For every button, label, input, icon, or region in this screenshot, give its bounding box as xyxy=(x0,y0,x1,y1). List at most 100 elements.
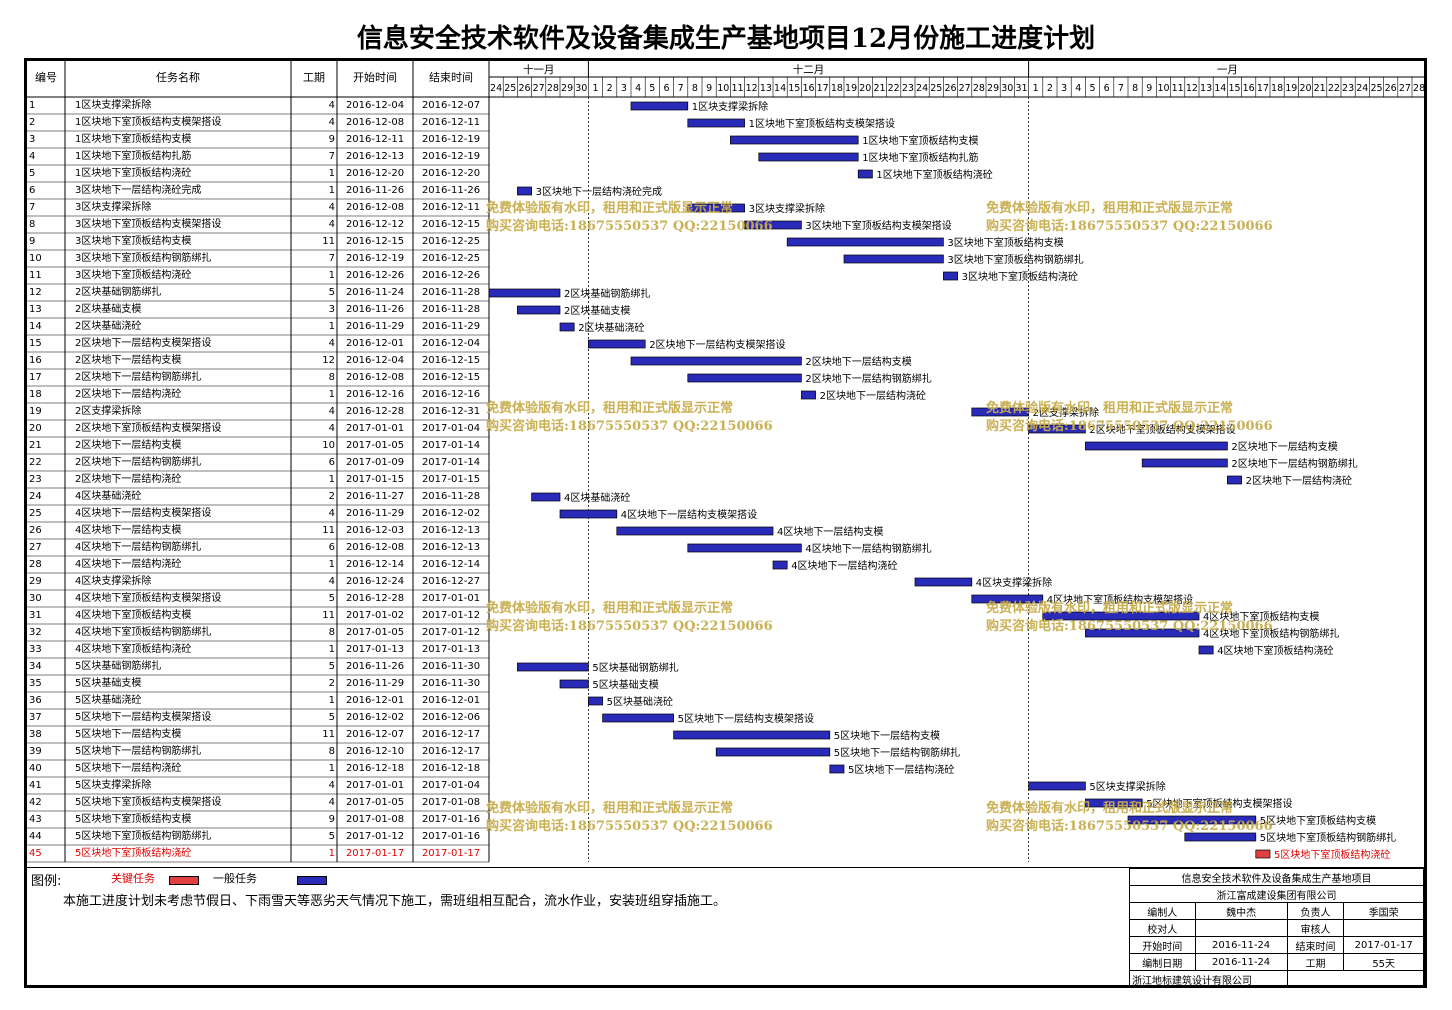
gantt-bar[interactable] xyxy=(531,492,561,502)
task-duration: 4 xyxy=(328,576,335,587)
gantt-bar[interactable] xyxy=(588,339,646,349)
gantt-bar[interactable] xyxy=(1085,441,1228,451)
task-name: 5区块地下一层结构浇砼 xyxy=(75,763,182,774)
task-duration: 9 xyxy=(328,134,335,145)
gantt-bar[interactable] xyxy=(758,152,859,162)
gantt-bar[interactable] xyxy=(588,696,603,706)
signoff-duration-label: 工期 xyxy=(1286,953,1345,971)
day-label: 14 xyxy=(1214,83,1226,94)
task-start: 2016-12-13 xyxy=(345,151,405,162)
gantt-bar[interactable] xyxy=(630,356,802,366)
gantt-bar[interactable] xyxy=(786,237,944,247)
day-label: 28 xyxy=(547,83,559,94)
bar-label: 2区块基础钢筋绑扎 xyxy=(564,287,650,300)
task-id: 34 xyxy=(29,661,42,672)
task-id: 21 xyxy=(29,440,42,451)
gantt-bar[interactable] xyxy=(971,407,1029,417)
day-label: 26 xyxy=(944,83,956,94)
day-label: 9 xyxy=(706,83,712,94)
gantt-bar[interactable] xyxy=(1141,458,1228,468)
task-end: 2016-12-13 xyxy=(421,542,481,553)
gantt-bar[interactable] xyxy=(687,373,802,383)
gantt-bar[interactable] xyxy=(687,543,802,553)
bar-label: 2区块地下一层结构支模 xyxy=(1231,440,1337,453)
day-label: 3 xyxy=(1061,83,1067,94)
task-start: 2017-01-17 xyxy=(345,848,405,859)
task-name: 4区块地下一层结构浇砼 xyxy=(75,559,182,570)
day-label: 30 xyxy=(575,83,587,94)
gantt-bar[interactable] xyxy=(1127,815,1257,825)
gantt-bar[interactable] xyxy=(943,271,958,281)
gantt-bar[interactable] xyxy=(801,390,816,400)
bar-label: 3区块地下室顶板结构钢筋绑扎 xyxy=(947,253,1083,266)
task-duration: 5 xyxy=(328,712,335,723)
bar-label: 1区块地下室顶板结构浇砼 xyxy=(876,168,992,181)
signoff-end-label: 结束时间 xyxy=(1286,936,1345,954)
gantt-bar[interactable] xyxy=(559,679,589,689)
gantt-bar[interactable] xyxy=(730,135,859,145)
gantt-bar[interactable] xyxy=(857,169,873,179)
task-id: 44 xyxy=(29,831,42,842)
gantt-bar[interactable] xyxy=(559,322,575,332)
task-duration: 4 xyxy=(328,117,335,128)
gantt-bar[interactable] xyxy=(687,203,745,213)
gantt-bar[interactable] xyxy=(517,662,589,672)
task-end: 2017-01-08 xyxy=(421,797,481,808)
task-id: 42 xyxy=(29,797,42,808)
day-label: 16 xyxy=(1243,83,1255,94)
gantt-bar[interactable] xyxy=(1184,832,1257,842)
task-start: 2016-12-14 xyxy=(345,559,405,570)
gantt-bar[interactable] xyxy=(616,526,774,536)
gantt-bar[interactable] xyxy=(1085,798,1143,808)
task-end: 2016-12-25 xyxy=(421,253,481,264)
day-label: 21 xyxy=(873,83,885,94)
gantt-bar[interactable] xyxy=(914,577,973,587)
gantt-bar[interactable] xyxy=(673,730,831,740)
legend-normal-swatch xyxy=(297,876,327,885)
gantt-bar[interactable] xyxy=(517,305,561,315)
gantt-bar[interactable] xyxy=(488,288,561,298)
gantt-bar[interactable] xyxy=(1028,424,1086,434)
gantt-bar[interactable] xyxy=(630,101,689,111)
task-duration: 5 xyxy=(328,287,335,298)
gantt-bar[interactable] xyxy=(715,747,831,757)
gantt-bar[interactable] xyxy=(744,220,802,230)
task-name: 1区块地下室顶板结构扎筋 xyxy=(75,151,192,162)
gantt-bar[interactable] xyxy=(843,254,944,264)
gantt-bar[interactable] xyxy=(602,713,674,723)
day-label: 29 xyxy=(561,83,573,94)
task-id: 45 xyxy=(29,848,42,859)
bar-label: 4区块基础浇砼 xyxy=(564,491,630,504)
day-label: 28 xyxy=(973,83,985,94)
gantt-bar[interactable] xyxy=(1255,849,1271,859)
task-duration: 6 xyxy=(328,542,335,553)
day-label: 4 xyxy=(635,83,641,94)
gantt-bar[interactable] xyxy=(772,560,788,570)
task-start: 2017-01-12 xyxy=(345,831,405,842)
bar-label: 4区块地下一层结构支模架搭设 xyxy=(621,508,757,521)
header-id: 编号 xyxy=(35,71,57,84)
gantt-bar[interactable] xyxy=(687,118,745,128)
gantt-bar[interactable] xyxy=(971,594,1044,604)
task-duration: 8 xyxy=(328,372,335,383)
gantt-bar[interactable] xyxy=(1198,645,1214,655)
gantt-bar[interactable] xyxy=(1085,628,1200,638)
task-start: 2017-01-05 xyxy=(345,627,405,638)
task-name: 5区块地下室顶板结构浇砼 xyxy=(75,848,192,859)
task-start: 2016-11-24 xyxy=(345,287,405,298)
header-start: 开始时间 xyxy=(353,71,397,84)
gantt-bar[interactable] xyxy=(829,764,845,774)
gantt-bar[interactable] xyxy=(1042,611,1200,621)
gantt-bar[interactable] xyxy=(1227,475,1242,485)
gantt-bar[interactable] xyxy=(517,186,532,196)
gantt-bar[interactable] xyxy=(559,509,618,519)
task-id: 32 xyxy=(29,627,42,638)
day-label: 19 xyxy=(845,83,857,94)
task-id: 39 xyxy=(29,746,42,757)
bar-label: 1区块地下室顶板结构支模 xyxy=(862,134,978,147)
task-start: 2016-11-27 xyxy=(345,491,405,502)
gantt-bar[interactable] xyxy=(1028,781,1086,791)
header-duration: 工期 xyxy=(303,71,325,84)
task-duration: 10 xyxy=(322,440,335,451)
bar-label: 2区块地下一层结构浇砼 xyxy=(820,389,926,402)
